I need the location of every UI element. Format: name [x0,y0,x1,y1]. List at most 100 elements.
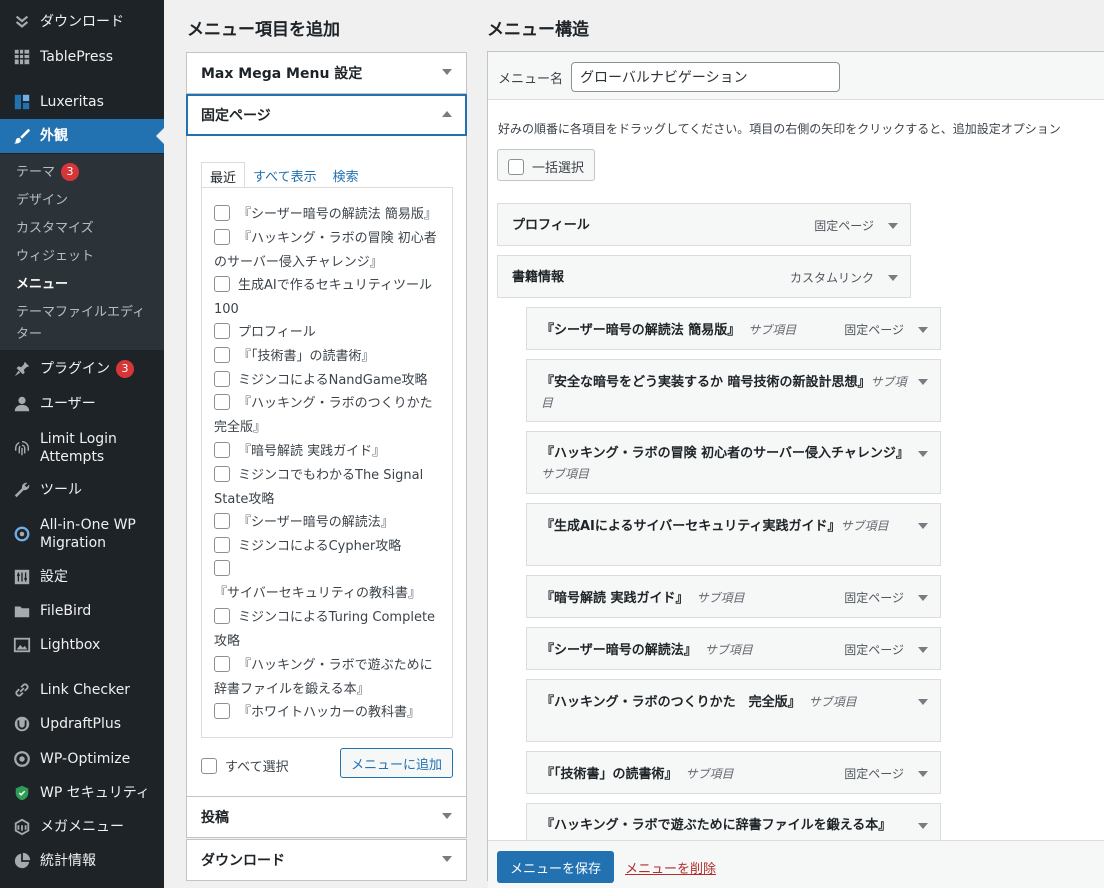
checkbox[interactable] [214,323,230,339]
checkbox[interactable] [214,537,230,553]
checkbox[interactable] [214,205,230,221]
checkbox[interactable] [508,159,524,175]
page-checkbox-item[interactable]: プロフィール [214,321,442,345]
chevron-down-icon[interactable] [888,223,898,229]
checkbox[interactable] [214,276,230,292]
add-to-menu-button[interactable]: メニューに追加 [340,748,453,778]
submenu-widgets[interactable]: ウィジェット [16,246,156,268]
sidebar-item-settings[interactable]: 設定 [0,565,164,589]
sidebar-item-appearance[interactable]: 外観 [0,119,164,153]
submenu-design[interactable]: デザイン [16,190,156,212]
menu-item-title: 『ハッキング・ラボのつくりかた 完全版』 [541,695,801,710]
menu-item-sub[interactable]: 『ハッキング・ラボで遊ぶために辞書ファイルを鍛える本』 [526,803,941,840]
checkbox[interactable] [201,758,217,774]
chevron-down-icon[interactable] [918,595,928,601]
page-checkbox-item[interactable]: ミジンコによるTuring Complete攻略 [214,606,442,653]
menu-item-subtitle: サブ項目 [840,519,889,533]
checkbox[interactable] [214,394,230,410]
select-all-pages[interactable]: すべて選択 [201,756,289,775]
submenu-themes[interactable]: テーマ 3 [16,162,156,184]
page-checkbox-item[interactable]: 『サイバーセキュリティの教科書』 [214,558,442,605]
page-checkbox-item[interactable]: ミジンコによるCypher攻略 [214,535,442,559]
accordion-pages[interactable]: 固定ページ [186,94,467,136]
tab-recent[interactable]: 最近 [201,162,246,188]
page-checkbox-item[interactable]: 『ハッキング・ラボで遊ぶために辞書ファイルを鍛える本』 [214,654,442,701]
menu-structure-title: メニュー構造 [487,20,589,40]
checkbox[interactable] [214,371,230,387]
sidebar-item-luxeritas[interactable]: Luxeritas [0,90,164,114]
sidebar-item-label: Limit Login Attempts [40,431,117,465]
delete-menu-link[interactable]: メニューを削除 [625,858,716,877]
page-checkbox-item[interactable]: 『シーザー暗号の解読法』 [214,511,442,535]
menu-item-sub[interactable]: 『生成AIによるサイバーセキュリティ実践ガイド』サブ項目 [526,503,941,566]
checkbox[interactable] [214,347,230,363]
accordion-posts[interactable]: 投稿 [186,796,467,838]
page-checkbox-item[interactable]: 『シーザー暗号の解読法 簡易版』 [214,203,442,227]
chevron-down-icon[interactable] [888,275,898,281]
submenu-theme-file-editor[interactable]: テーマファイルエディター [16,302,156,346]
menu-item-sub[interactable]: 『安全な暗号をどう実装するか 暗号技術の新設計思想』サブ項目 [526,359,941,422]
tab-search[interactable]: 検索 [325,162,367,188]
chevron-down-icon[interactable] [918,379,928,385]
sidebar-item-migration[interactable]: All-in-One WP Migration [0,514,164,554]
menu-item-sub[interactable]: 『シーザー暗号の解読法』 サブ項目 固定ページ [526,627,941,670]
sidebar-item-filebird[interactable]: FileBird [0,599,164,623]
submenu-menus[interactable]: メニュー [16,274,156,296]
page-checkbox-item[interactable]: 『ハッキング・ラボの冒険 初心者のサーバー侵入チャレンジ』 [214,227,442,274]
submenu-customize[interactable]: カスタマイズ [16,218,156,240]
page-checkbox-item[interactable]: ミジンコでもわかるThe Signal State攻略 [214,464,442,511]
page-checkbox-item[interactable]: 生成AIで作るセキュリティツール100 [214,274,442,321]
page-checkbox-item[interactable]: ミジンコによるNandGame攻略 [214,369,442,393]
sidebar-item-download[interactable]: ダウンロード [0,10,164,34]
save-menu-button[interactable]: メニューを保存 [497,851,614,883]
sidebar-item-stats[interactable]: 統計情報 [0,849,164,873]
menu-item-sub[interactable]: 『ハッキング・ラボのつくりかた 完全版』 サブ項目 [526,679,941,742]
chevron-down-icon[interactable] [918,823,928,829]
chevron-down-icon[interactable] [918,451,928,457]
menu-item-sub[interactable]: 『「技術書」の読書術』 サブ項目 固定ページ [526,751,941,794]
sidebar-item-tools[interactable]: ツール [0,478,164,502]
sidebar-item-link-checker[interactable]: Link Checker [0,678,164,702]
menu-item-sub[interactable]: 『ハッキング・ラボの冒険 初心者のサーバー侵入チャレンジ』 サブ項目 [526,431,941,494]
sidebar-item-megamenu[interactable]: メガメニュー [0,815,164,839]
sidebar-item-label: Link Checker [40,682,131,698]
sidebar-item-lightbox[interactable]: Lightbox [0,633,164,657]
checkbox[interactable] [214,656,230,672]
tab-view-all[interactable]: すべて表示 [245,162,325,188]
sidebar-item-plugins[interactable]: プラグイン 3 [0,357,164,381]
bulk-select-button[interactable]: 一括選択 [497,149,595,181]
page-checkbox-item[interactable]: 『ハッキング・ラボのつくりかた 完全版』 [214,392,442,439]
accordion-download[interactable]: ダウンロード [186,839,467,881]
checkbox[interactable] [214,703,230,719]
menu-item-title: プロフィール [512,218,590,233]
sidebar-item-tablepress[interactable]: TablePress [0,45,164,69]
menu-item-title: 『暗号解読 実践ガイド』 [541,591,689,606]
menu-item-books[interactable]: 書籍情報 カスタムリンク [497,255,911,298]
chevron-down-icon[interactable] [918,699,928,705]
chevron-down-icon[interactable] [918,327,928,333]
checkbox[interactable] [214,608,230,624]
menu-name-input[interactable] [571,62,840,92]
page-checkbox-item[interactable]: 『「技術書」の読書術』 [214,345,442,369]
checkbox[interactable] [214,442,230,458]
sidebar-item-wp-security[interactable]: WP セキュリティ [0,781,164,805]
link-icon [12,680,32,700]
chevron-down-icon[interactable] [918,771,928,777]
checkbox[interactable] [214,229,230,245]
sidebar-item-users[interactable]: ユーザー [0,392,164,416]
accordion-max-mega-menu[interactable]: Max Mega Menu 設定 [186,52,467,94]
checkbox[interactable] [214,466,230,482]
menu-item-sub[interactable]: 『暗号解読 実践ガイド』 サブ項目 固定ページ [526,575,941,618]
chevron-down-icon[interactable] [918,523,928,529]
update-count-badge: 3 [116,360,134,378]
checkbox[interactable] [214,513,230,529]
sidebar-item-updraftplus[interactable]: UpdraftPlus [0,712,164,736]
page-checkbox-item[interactable]: 『暗号解読 実践ガイド』 [214,440,442,464]
sidebar-item-limit-login[interactable]: Limit Login Attempts [0,429,164,467]
checkbox[interactable] [214,560,230,576]
sidebar-item-wp-optimize[interactable]: WP-Optimize [0,747,164,771]
chevron-down-icon[interactable] [918,647,928,653]
page-checkbox-item[interactable]: 『ホワイトハッカーの教科書』 [214,701,442,725]
menu-item-profile[interactable]: プロフィール 固定ページ [497,203,911,246]
menu-item-sub[interactable]: 『シーザー暗号の解読法 簡易版』 サブ項目 固定ページ [526,307,941,350]
